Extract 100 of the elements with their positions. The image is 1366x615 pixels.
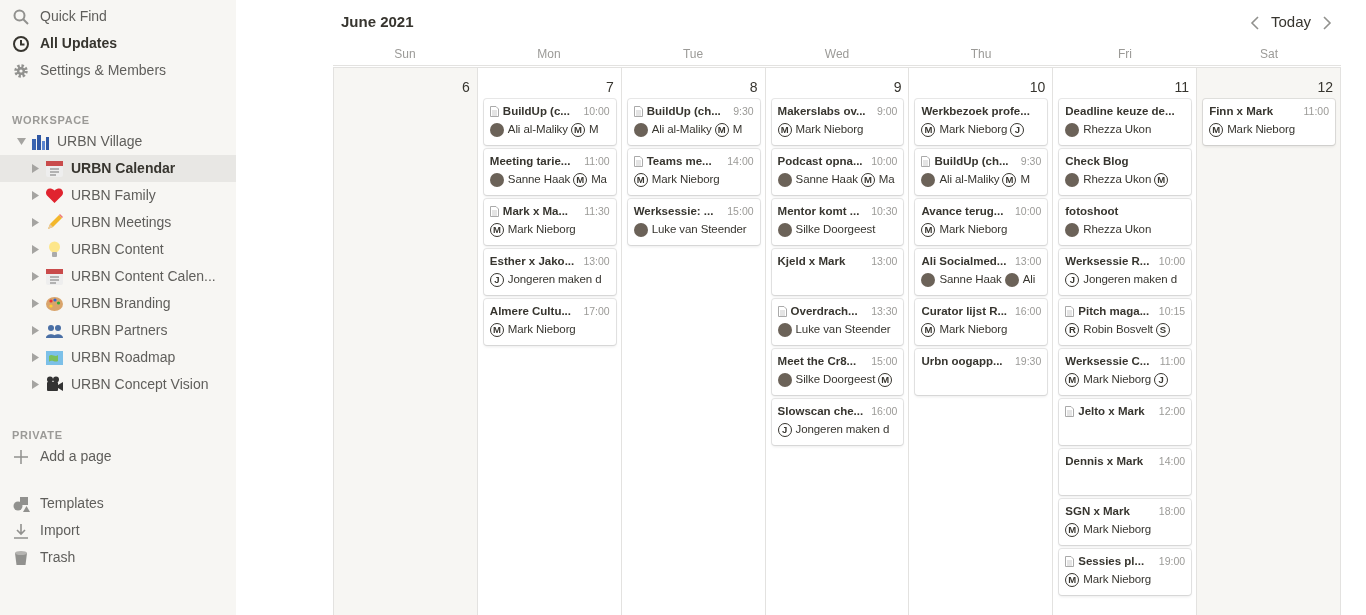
person-name: Mark Nieborg [1083, 572, 1152, 588]
sidebar-page[interactable]: URBN Content [0, 236, 236, 263]
event-card[interactable]: Curator lijst R... 16:00 M Mark Nieborg [915, 299, 1048, 345]
event-card[interactable]: Deadline keuze de... Rhezza Ukon [1059, 99, 1192, 145]
person-name: Mark Nieborg [795, 122, 864, 138]
person-name: Sanne Haak [939, 272, 1002, 288]
avatar-initial: M [860, 173, 875, 187]
today-button[interactable]: Today [1260, 11, 1321, 34]
weekday-label: Tue [681, 46, 705, 63]
avatar-initial: S [1155, 323, 1170, 337]
avatar-initial: M [921, 323, 936, 337]
event-card[interactable]: BuildUp (c... 10:00 Ali al-Maliky M M [483, 99, 616, 145]
event-time: 10:15 [1157, 303, 1186, 319]
sidebar-item[interactable]: Trash [0, 544, 236, 571]
event-time: 10:00 [1014, 203, 1042, 219]
document-icon [489, 206, 499, 217]
event-card[interactable]: BuildUp (ch... 9:30 Ali al-Maliky M M [915, 149, 1048, 195]
event-title: Almere Cultu... [489, 303, 571, 319]
document-icon [921, 156, 931, 167]
event-card[interactable]: Esther x Jako... 13:00 J Jongeren maken d [483, 249, 616, 295]
calendar-icon [45, 267, 64, 286]
chevron-left-icon [1248, 15, 1261, 30]
event-card[interactable]: Pitch maga... 10:15 R Robin Bosvelt S [1059, 299, 1192, 345]
section-heading: PRIVATE [11, 427, 64, 443]
person-name: Jongeren maken d [1083, 272, 1177, 288]
add-page-item[interactable]: Add a page [0, 443, 236, 470]
event-time: 19:00 [1157, 553, 1186, 569]
event-card[interactable]: Werksessie C... 11:00 M Mark Nieborg J [1059, 349, 1192, 395]
event-title: BuildUp (c... [502, 103, 570, 119]
event-card[interactable]: Teams me... 14:00 M Mark Nieborg [627, 149, 760, 195]
event-card[interactable]: Mentor komt ... 10:30 Silke Doorgeest [771, 199, 904, 245]
map-icon [45, 348, 64, 367]
event-title: BuildUp (ch... [646, 103, 721, 119]
event-card[interactable]: Urbn oogapp... 19:30 [915, 349, 1048, 395]
sidebar-page[interactable]: URBN Village [0, 128, 236, 155]
event-time: 10:00 [582, 103, 610, 119]
event-card[interactable]: Overdrach... 13:30 Luke van Steender [771, 299, 904, 345]
avatar-initial: J [489, 273, 504, 287]
person-name: Mark Nieborg [1083, 372, 1152, 388]
event-title: Check Blog [1065, 153, 1129, 169]
event-card[interactable]: Mark x Ma... 11:30 M Mark Nieborg [483, 199, 616, 245]
event-card[interactable]: SGN x Mark 18:00 M Mark Nieborg [1059, 499, 1192, 545]
event-card[interactable]: Dennis x Mark 14:00 [1059, 449, 1192, 495]
next-button[interactable] [1321, 15, 1333, 30]
person-name: Robin Bosvelt [1083, 322, 1153, 338]
sidebar-item[interactable]: Templates [0, 490, 236, 517]
sidebar-page[interactable]: URBN Content Calen... [0, 263, 236, 290]
event-card[interactable]: Meeting tarie... 11:00 Sanne Haak M Ma [483, 149, 616, 195]
sidebar-item[interactable]: Import [0, 517, 236, 544]
search-icon [12, 7, 30, 26]
event-card[interactable]: Slowscan che... 16:00 J Jongeren maken d [771, 399, 904, 445]
sidebar-page[interactable]: URBN Roadmap [0, 344, 236, 371]
event-card[interactable]: Werksessie R... 10:00 J Jongeren maken d [1059, 249, 1192, 295]
day-number: 7 [604, 78, 615, 97]
event-time: 16:00 [870, 403, 898, 419]
event-time: 15:00 [870, 353, 898, 369]
event-card[interactable]: Meet the Cr8... 15:00 Silke Doorgeest M [771, 349, 904, 395]
event-time: 13:00 [1014, 253, 1042, 269]
event-card[interactable]: BuildUp (ch... 9:30 Ali al-Maliky M M [627, 99, 760, 145]
avatar-photo [489, 173, 504, 187]
event-time: 16:00 [1014, 303, 1042, 319]
event-time: 11:00 [1302, 103, 1329, 119]
sidebar-page[interactable]: URBN Partners [0, 317, 236, 344]
sidebar-page[interactable]: URBN Meetings [0, 209, 236, 236]
sidebar-item[interactable]: All Updates [0, 30, 236, 57]
event-title: Pitch maga... [1078, 303, 1150, 319]
event-card[interactable]: Werksessie: ... 15:00 Luke van Steender [627, 199, 760, 245]
sidebar-page[interactable]: URBN Calendar [0, 155, 236, 182]
event-card[interactable]: Ali Socialmed... 13:00 Sanne Haak Ali [915, 249, 1048, 295]
person-name: Ali al-Maliky [939, 172, 1000, 188]
event-card[interactable]: Check Blog Rhezza Ukon M [1059, 149, 1192, 195]
event-card[interactable]: fotoshoot Rhezza Ukon [1059, 199, 1192, 245]
avatar-photo [1065, 123, 1080, 137]
person-name: Ma [878, 172, 895, 188]
sidebar-page[interactable]: URBN Family [0, 182, 236, 209]
sidebar-page[interactable]: URBN Concept Vision [0, 371, 236, 398]
event-card[interactable]: Almere Cultu... 17:00 M Mark Nieborg [483, 299, 616, 345]
avatar-photo [633, 223, 648, 237]
person-name: Luke van Steender [651, 222, 747, 238]
sidebar-item[interactable]: Quick Find [0, 3, 236, 30]
pencil-icon [45, 213, 64, 232]
event-title: fotoshoot [1065, 203, 1119, 219]
sidebar-item[interactable]: Settings & Members [0, 57, 236, 84]
document-icon [1065, 556, 1075, 567]
event-card[interactable]: Jelto x Mark 12:00 [1059, 399, 1192, 445]
event-title: Ali Socialmed... [921, 253, 1007, 269]
person-name: Mark Nieborg [507, 222, 576, 238]
event-card[interactable]: Finn x Mark 11:00 M Mark Nieborg [1203, 99, 1335, 145]
event-time: 17:00 [582, 303, 610, 319]
event-time: 13:30 [870, 303, 898, 319]
event-card[interactable]: Kjeld x Mark 13:00 [771, 249, 904, 295]
sidebar-page[interactable]: URBN Branding [0, 290, 236, 317]
event-card[interactable]: Avance terug... 10:00 M Mark Nieborg [915, 199, 1048, 245]
event-card[interactable]: Sessies pl... 19:00 M Mark Nieborg [1059, 549, 1192, 595]
event-card[interactable]: Werkbezoek profe... M Mark Nieborg J [915, 99, 1048, 145]
event-time: 19:30 [1014, 353, 1042, 369]
event-card[interactable]: Makerslabs ov... 9:00 M Mark Nieborg [771, 99, 904, 145]
month-title: June 2021 [341, 12, 414, 33]
previous-button[interactable] [1248, 15, 1261, 30]
event-card[interactable]: Podcast opna... 10:00 Sanne Haak M Ma [771, 149, 904, 195]
